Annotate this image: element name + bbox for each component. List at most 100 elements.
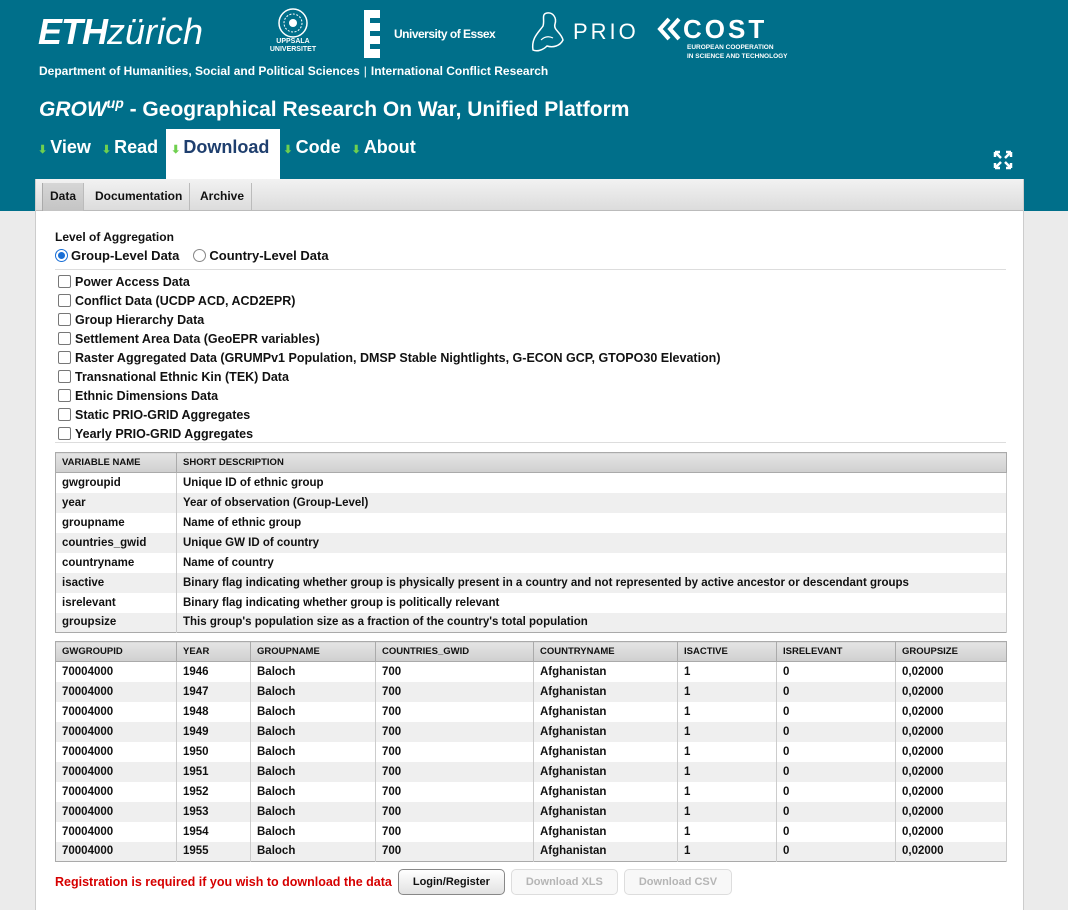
table-cell: 1 (677, 841, 777, 862)
table-cell: Afghanistan (533, 821, 678, 842)
dataset-option[interactable]: Conflict Data (UCDP ACD, ACD2EPR) (58, 291, 720, 310)
cost-logo[interactable]: COST EUROPEAN COOPERATION IN SCIENCE AND… (657, 16, 807, 60)
divider (55, 442, 1006, 443)
checkbox[interactable] (58, 408, 71, 421)
table-cell: 1946 (176, 661, 251, 682)
table-cell: 1 (677, 821, 777, 842)
checkbox[interactable] (58, 275, 71, 288)
dataset-option[interactable]: Raster Aggregated Data (GRUMPv1 Populati… (58, 348, 720, 367)
variable-name: groupsize (55, 612, 177, 633)
department-link[interactable]: Department of Humanities, Social and Pol… (39, 64, 360, 78)
table-row: gwgroupid Unique ID of ethnic group (55, 472, 1007, 493)
dataset-label[interactable]: Settlement Area Data (GeoEPR variables) (75, 332, 320, 346)
fullscreen-icon[interactable] (993, 150, 1013, 170)
dataset-label[interactable]: Transnational Ethnic Kin (TEK) Data (75, 370, 289, 384)
table-cell: 700 (375, 661, 534, 682)
dataset-option[interactable]: Transnational Ethnic Kin (TEK) Data (58, 367, 720, 386)
table-cell: Afghanistan (533, 661, 678, 682)
download-footer: Registration is required if you wish to … (55, 869, 738, 895)
prio-logo[interactable]: PRIO (527, 10, 639, 54)
arrow-down-icon: ⬇ (38, 144, 48, 156)
dataset-label[interactable]: Yearly PRIO-GRID Aggregates (75, 427, 253, 441)
table-cell: 1 (677, 721, 777, 742)
dataset-label[interactable]: Static PRIO-GRID Aggregates (75, 408, 250, 422)
eth-zurich-logo[interactable]: ETHzürich (38, 12, 203, 52)
column-header: COUNTRIES_GWID (375, 641, 534, 662)
nav-item-view[interactable]: ⬇ View (35, 129, 99, 179)
uppsala-seal-icon (278, 8, 308, 38)
essex-logo-text: University of Essex (394, 27, 496, 41)
table-cell: 70004000 (55, 721, 177, 742)
subtab-data[interactable]: Data (42, 183, 85, 211)
column-header: GWGROUPID (55, 641, 177, 662)
checkbox[interactable] (58, 351, 71, 364)
department-line: Department of Humanities, Social and Pol… (39, 64, 548, 78)
table-cell: Baloch (250, 701, 376, 722)
subtab-archive[interactable]: Archive (193, 183, 253, 211)
table-cell: 1948 (176, 701, 251, 722)
table-cell: 1 (677, 661, 777, 682)
dataset-option[interactable]: Power Access Data (58, 272, 720, 291)
nav-item-download[interactable]: ⬇ Download (166, 129, 281, 179)
essex-logo[interactable]: University of Essex (360, 10, 496, 58)
dataset-option[interactable]: Yearly PRIO-GRID Aggregates (58, 424, 720, 443)
radio-group-level[interactable] (55, 248, 68, 262)
download-csv-button[interactable]: Download CSV (623, 869, 733, 895)
checkbox[interactable] (58, 389, 71, 402)
checkbox[interactable] (58, 332, 71, 345)
column-header: ISRELEVANT (776, 641, 896, 662)
variable-name: isrelevant (55, 592, 177, 613)
dataset-label[interactable]: Raster Aggregated Data (GRUMPv1 Populati… (75, 351, 720, 365)
table-cell: 70004000 (55, 701, 177, 722)
eth-logo-light: zürich (107, 11, 204, 52)
checkbox[interactable] (58, 370, 71, 383)
dataset-option[interactable]: Ethnic Dimensions Data (58, 386, 720, 405)
variable-name: countries_gwid (55, 532, 177, 553)
nav-item-about[interactable]: ⬇ About (349, 129, 424, 179)
dataset-label[interactable]: Power Access Data (75, 275, 190, 289)
table-cell: Afghanistan (533, 721, 678, 742)
login-register-button[interactable]: Login/Register (397, 869, 505, 895)
radio-country-level[interactable] (193, 248, 207, 262)
column-header: GROUPSIZE (895, 641, 1007, 662)
nav-label: Download (183, 137, 270, 157)
variable-name: year (55, 492, 177, 513)
table-cell: 700 (375, 841, 534, 862)
table-cell: 0,02000 (895, 781, 1007, 802)
table-cell: 700 (375, 821, 534, 842)
subtab-documentation[interactable]: Documentation (88, 183, 191, 211)
table-cell: 70004000 (55, 841, 177, 862)
nav-item-code[interactable]: ⬇ Code (280, 129, 348, 179)
table-cell: Baloch (250, 801, 376, 822)
table-cell: 1952 (176, 781, 251, 802)
icr-link[interactable]: International Conflict Research (371, 64, 548, 78)
radio-label-group-level[interactable]: Group-Level Data (71, 248, 179, 263)
table-row: 70004000 1946 Baloch 700 Afghanistan 1 0 0,0200… (55, 661, 1007, 682)
table-cell: 70004000 (55, 821, 177, 842)
divider (55, 269, 1006, 270)
dataset-option[interactable]: Static PRIO-GRID Aggregates (58, 405, 720, 424)
checkbox[interactable] (58, 427, 71, 440)
table-cell: 0,02000 (895, 681, 1007, 702)
uppsala-logo[interactable]: UPPSALA UNIVERSITET (266, 8, 320, 58)
dataset-label[interactable]: Group Hierarchy Data (75, 313, 204, 327)
table-cell: Baloch (250, 681, 376, 702)
radio-label-country-level[interactable]: Country-Level Data (209, 248, 328, 263)
dataset-option[interactable]: Settlement Area Data (GeoEPR variables) (58, 329, 720, 348)
dataset-label[interactable]: Conflict Data (UCDP ACD, ACD2EPR) (75, 294, 295, 308)
table-cell: 700 (375, 761, 534, 782)
download-xls-button[interactable]: Download XLS (510, 869, 618, 895)
table-row: countryname Name of country (55, 552, 1007, 573)
dataset-option[interactable]: Group Hierarchy Data (58, 310, 720, 329)
checkbox[interactable] (58, 313, 71, 326)
nav-item-read[interactable]: ⬇ Read (99, 129, 166, 179)
table-cell: Afghanistan (533, 761, 678, 782)
dataset-label[interactable]: Ethnic Dimensions Data (75, 389, 218, 403)
table-row: 70004000 1947 Baloch 700 Afghanistan 1 0 0,0200… (55, 681, 1007, 702)
table-cell: 1 (677, 701, 777, 722)
uppsala-logo-text: UPPSALA UNIVERSITET (269, 38, 317, 53)
table-cell: 700 (375, 721, 534, 742)
table-row: groupname Name of ethnic group (55, 512, 1007, 533)
cost-subtitle-1: EUROPEAN COOPERATION (687, 44, 774, 51)
checkbox[interactable] (58, 294, 71, 307)
